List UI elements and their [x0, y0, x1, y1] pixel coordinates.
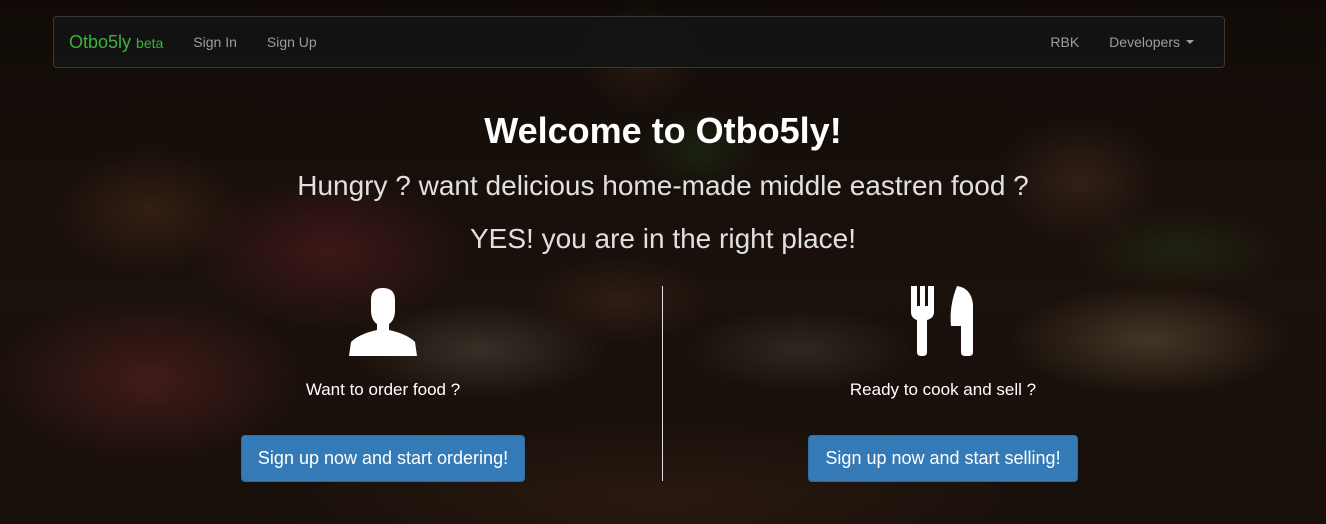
- order-section: Want to order food ? Sign up now and sta…: [183, 286, 583, 482]
- sell-section: Ready to cook and sell ? Sign up now and…: [743, 286, 1143, 482]
- nav-right: RBK Developers: [1035, 34, 1209, 50]
- sign-up-link[interactable]: Sign Up: [252, 34, 332, 50]
- order-prompt: Want to order food ?: [305, 380, 461, 399]
- cutlery-icon: [909, 286, 977, 356]
- nav-left: Sign In Sign Up: [178, 34, 331, 50]
- developers-dropdown-label: Developers: [1109, 34, 1180, 50]
- developers-dropdown[interactable]: Developers: [1094, 34, 1209, 50]
- brand-link[interactable]: Otbo5ly beta: [69, 32, 163, 53]
- start-selling-button[interactable]: Sign up now and start selling!: [808, 435, 1078, 482]
- rbk-link[interactable]: RBK: [1035, 34, 1094, 50]
- page-title: Welcome to Otbo5ly!: [484, 110, 842, 151]
- sell-prompt: Ready to cook and sell ?: [849, 380, 1037, 399]
- start-ordering-button[interactable]: Sign up now and start ordering!: [240, 435, 526, 482]
- hero-subtitle: Hungry ? want delicious home-made middle…: [297, 170, 1029, 201]
- brand-beta-label: beta: [136, 34, 164, 51]
- brand-name: Otbo5ly: [69, 31, 132, 52]
- navbar: Otbo5ly beta Sign In Sign Up RBK Develop…: [53, 16, 1225, 68]
- caret-down-icon: [1186, 40, 1194, 44]
- sign-in-link[interactable]: Sign In: [178, 34, 252, 50]
- hero-tagline: YES! you are in the right place!: [470, 223, 856, 254]
- user-icon: [347, 286, 419, 356]
- column-divider: [662, 286, 663, 481]
